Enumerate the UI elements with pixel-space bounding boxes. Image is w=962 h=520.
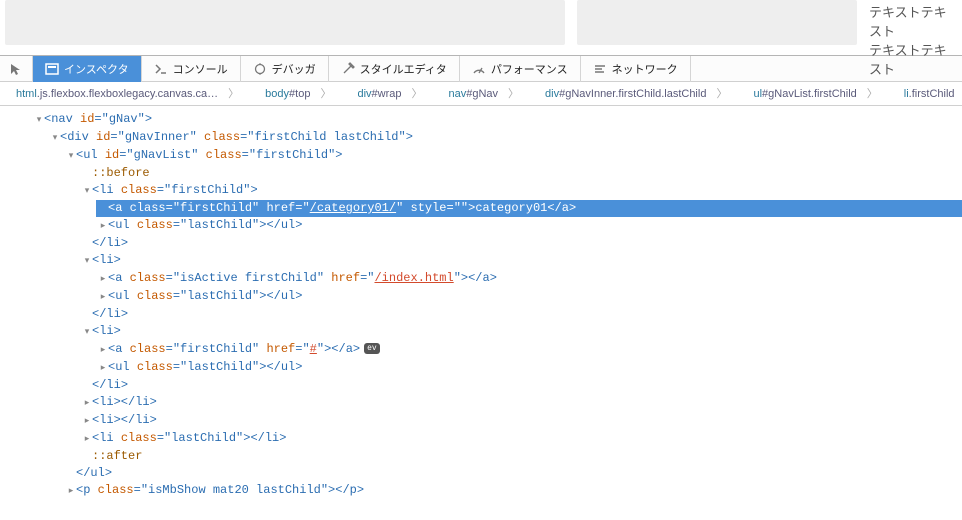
twisty-icon[interactable]: ▸: [82, 413, 92, 430]
tab-label: スタイルエディタ: [360, 61, 447, 77]
dom-line[interactable]: ▾<div id="gNavInner" class="firstChild l…: [24, 129, 962, 147]
twisty-icon[interactable]: ▸: [82, 431, 92, 448]
dom-line[interactable]: ▸<li></li>: [24, 394, 962, 412]
twisty-icon[interactable]: ▸: [66, 483, 76, 500]
twisty-icon[interactable]: ▾: [82, 183, 92, 200]
dom-line[interactable]: </li>: [24, 377, 962, 394]
crumb-li[interactable]: li.firstChild: [896, 85, 962, 103]
dom-line[interactable]: ▾<li>: [24, 323, 962, 341]
crumb-body[interactable]: body#top〉: [257, 85, 347, 103]
twisty-icon[interactable]: ▾: [34, 112, 44, 129]
twisty-icon[interactable]: ▸: [82, 395, 92, 412]
pointer-icon: [9, 62, 23, 76]
dom-line[interactable]: ▸<ul class="lastChild"></ul>: [24, 288, 962, 306]
inspector-icon: [45, 62, 59, 76]
twisty-icon[interactable]: ▾: [82, 324, 92, 341]
dom-line[interactable]: </li>: [24, 235, 962, 252]
crumb-nav[interactable]: nav#gNav〉: [440, 85, 535, 103]
twisty-icon[interactable]: ▸: [98, 360, 108, 377]
page-placeholder-1: [5, 0, 565, 45]
page-sample-text: テキストテキスト テキストテキスト: [869, 0, 957, 45]
tab-network[interactable]: ネットワーク: [581, 56, 691, 82]
tab-label: パフォーマンス: [491, 61, 568, 77]
breadcrumb: html.js.flexbox.flexboxlegacy.canvas.ca……: [0, 82, 962, 106]
twisty-icon[interactable]: ▾: [82, 253, 92, 270]
dom-line[interactable]: ▾<li>: [24, 252, 962, 270]
tab-debugger[interactable]: デバッガ: [241, 56, 329, 82]
twisty-icon[interactable]: ▾: [50, 130, 60, 147]
dom-line[interactable]: ▸<a class="isActive firstChild" href="/i…: [24, 270, 962, 288]
crumb-html[interactable]: html.js.flexbox.flexboxlegacy.canvas.ca……: [8, 85, 255, 103]
crumb-div-inner[interactable]: div#gNavInner.firstChild.lastChild〉: [537, 85, 743, 103]
dom-line[interactable]: ▸<ul class="lastChild"></ul>: [24, 359, 962, 377]
crumb-ul[interactable]: ul#gNavList.firstChild〉: [745, 85, 893, 103]
twisty-icon[interactable]: ▾: [66, 148, 76, 165]
dom-line[interactable]: ::after: [24, 448, 962, 465]
tab-label: コンソール: [173, 61, 228, 77]
twisty-icon[interactable]: ▸: [98, 271, 108, 288]
network-icon: [593, 62, 607, 76]
debugger-icon: [253, 62, 267, 76]
dom-line[interactable]: </ul>: [24, 465, 962, 482]
dom-line-selected[interactable]: <a class="firstChild" href="/category01/…: [24, 200, 962, 217]
dom-line[interactable]: ::before: [24, 165, 962, 182]
element-picker-button[interactable]: [0, 56, 33, 82]
dom-tree-panel[interactable]: ▾<nav id="gNav"> ▾<div id="gNavInner" cl…: [0, 106, 962, 505]
twisty-icon[interactable]: ▸: [98, 289, 108, 306]
page-placeholder-2: [577, 0, 857, 45]
tab-style-editor[interactable]: スタイルエディタ: [329, 56, 460, 82]
style-editor-icon: [341, 62, 355, 76]
twisty-icon[interactable]: ▸: [98, 342, 108, 359]
event-listener-badge[interactable]: ev: [364, 343, 380, 354]
tab-console[interactable]: コンソール: [142, 56, 241, 82]
dom-line[interactable]: ▸<ul class="lastChild"></ul>: [24, 217, 962, 235]
performance-icon: [472, 62, 486, 76]
crumb-div-wrap[interactable]: div#wrap〉: [349, 85, 438, 103]
dom-line[interactable]: ▾<ul id="gNavList" class="firstChild">: [24, 147, 962, 165]
dom-line[interactable]: ▸<a class="firstChild" href="#"></a>ev: [24, 341, 962, 359]
tab-label: ネットワーク: [612, 61, 678, 77]
tab-performance[interactable]: パフォーマンス: [460, 56, 581, 82]
dom-line[interactable]: ▾<nav id="gNav">: [24, 111, 962, 129]
tab-label: インスペクタ: [64, 61, 129, 77]
dom-line[interactable]: ▸<p class="isMbShow mat20 lastChild"></p…: [24, 482, 962, 500]
dom-line[interactable]: ▾<li class="firstChild">: [24, 182, 962, 200]
devtools-toolbar: インスペクタ コンソール デバッガ スタイルエディタ パフォーマンス ネットワー…: [0, 55, 962, 82]
dom-line[interactable]: ▸<li></li>: [24, 412, 962, 430]
tab-inspector[interactable]: インスペクタ: [33, 56, 142, 82]
console-icon: [154, 62, 168, 76]
twisty-icon[interactable]: ▸: [98, 218, 108, 235]
dom-line[interactable]: ▸<li class="lastChild"></li>: [24, 430, 962, 448]
tab-label: デバッガ: [272, 61, 316, 77]
dom-line[interactable]: </li>: [24, 306, 962, 323]
